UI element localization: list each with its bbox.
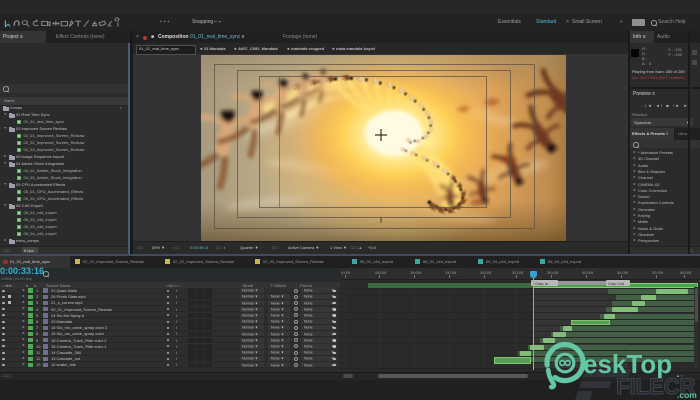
svg-text:.com: .com — [677, 390, 697, 400]
